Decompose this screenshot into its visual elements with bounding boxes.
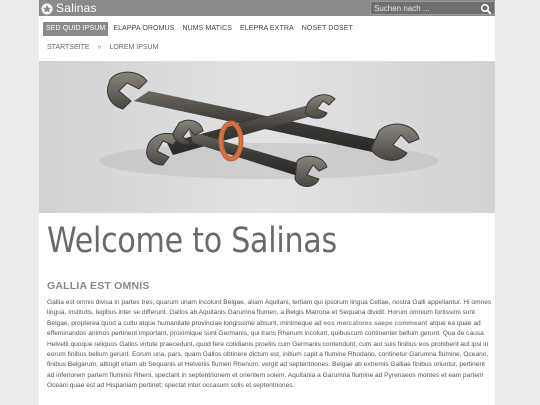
page-title: Welcome to Salinas [47,221,337,261]
body-paragraph: Gallia est omnis divisa in partes tres, … [47,298,493,392]
search-box [370,1,495,15]
search-icon[interactable] [479,2,493,15]
breadcrumb: STARTSEITE » LOREM IPSUM [47,43,158,53]
page: Salinas SED QUID IPSUM ELAPPA OROMUS NUM… [39,0,495,405]
site-title[interactable]: Salinas [56,0,97,16]
nav-item-nums-matics[interactable]: NUMS MATICS [179,22,235,36]
breadcrumb-home-link[interactable]: STARTSEITE [47,43,90,53]
nav-item-elepra-extra[interactable]: ELEPRA EXTRA [237,22,297,36]
nav-item-elappa-oromus[interactable]: ELAPPA OROMUS [110,22,177,36]
search-input[interactable] [371,2,479,14]
paragraph-inline-link[interactable]: eos mercatores saepe commeant [323,320,427,327]
breadcrumb-current: LOREM IPSUM [109,44,159,51]
hero-image [39,61,495,213]
nav-item-sed-quid-ipsum[interactable]: SED QUID IPSUM [43,22,109,36]
paragraph-text-end: atque ea quae ad effeminandos animos per… [47,319,489,390]
main-nav: SED QUID IPSUM ELAPPA OROMUS NUMS MATICS… [43,22,358,36]
nav-item-noset-doset[interactable]: NOSET DOSET [299,22,356,36]
top-bar: Salinas [39,0,495,16]
star-badge-icon[interactable] [41,2,53,15]
section-heading: GALLIA EST OMNIS [47,280,150,292]
breadcrumb-separator: » [97,44,102,51]
